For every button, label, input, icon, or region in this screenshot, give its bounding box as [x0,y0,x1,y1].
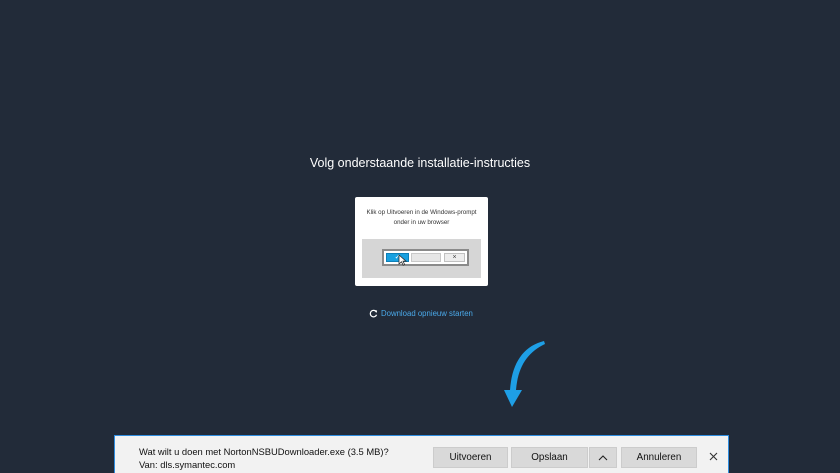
refresh-icon [369,309,378,317]
mini-save-button [411,253,441,262]
down-arrow-icon [504,341,545,407]
illustration-panel: ✓ × [362,239,481,278]
mini-close-button: × [444,253,465,262]
save-button[interactable]: Opslaan [511,447,588,468]
close-notification-button[interactable] [706,450,720,464]
download-source: Van: dls.symantec.com [139,459,236,470]
restart-download-label: Download opnieuw starten [381,308,473,318]
instruction-card: Klik op Uitvoeren in de Windows-prompt o… [355,197,488,286]
mouse-pointer-icon [398,254,407,266]
instruction-text: Klik op Uitvoeren in de Windows-prompt o… [366,209,477,226]
page-heading: Volg onderstaande installatie-instructie… [309,156,531,170]
close-icon [709,452,717,461]
save-options-button[interactable] [589,447,617,468]
cancel-button[interactable]: Annuleren [621,447,697,468]
chevron-up-icon [598,454,608,460]
restart-download-link[interactable]: Download opnieuw starten [369,307,473,319]
download-notification-bar: Wat wilt u doen met NortonNSBUDownloader… [114,435,729,473]
run-button[interactable]: Uitvoeren [433,447,508,468]
mini-download-bar-illustration: ✓ × [382,249,469,266]
mini-close-icon: × [452,254,457,261]
download-question: Wat wilt u doen met NortonNSBUDownloader… [139,446,389,457]
